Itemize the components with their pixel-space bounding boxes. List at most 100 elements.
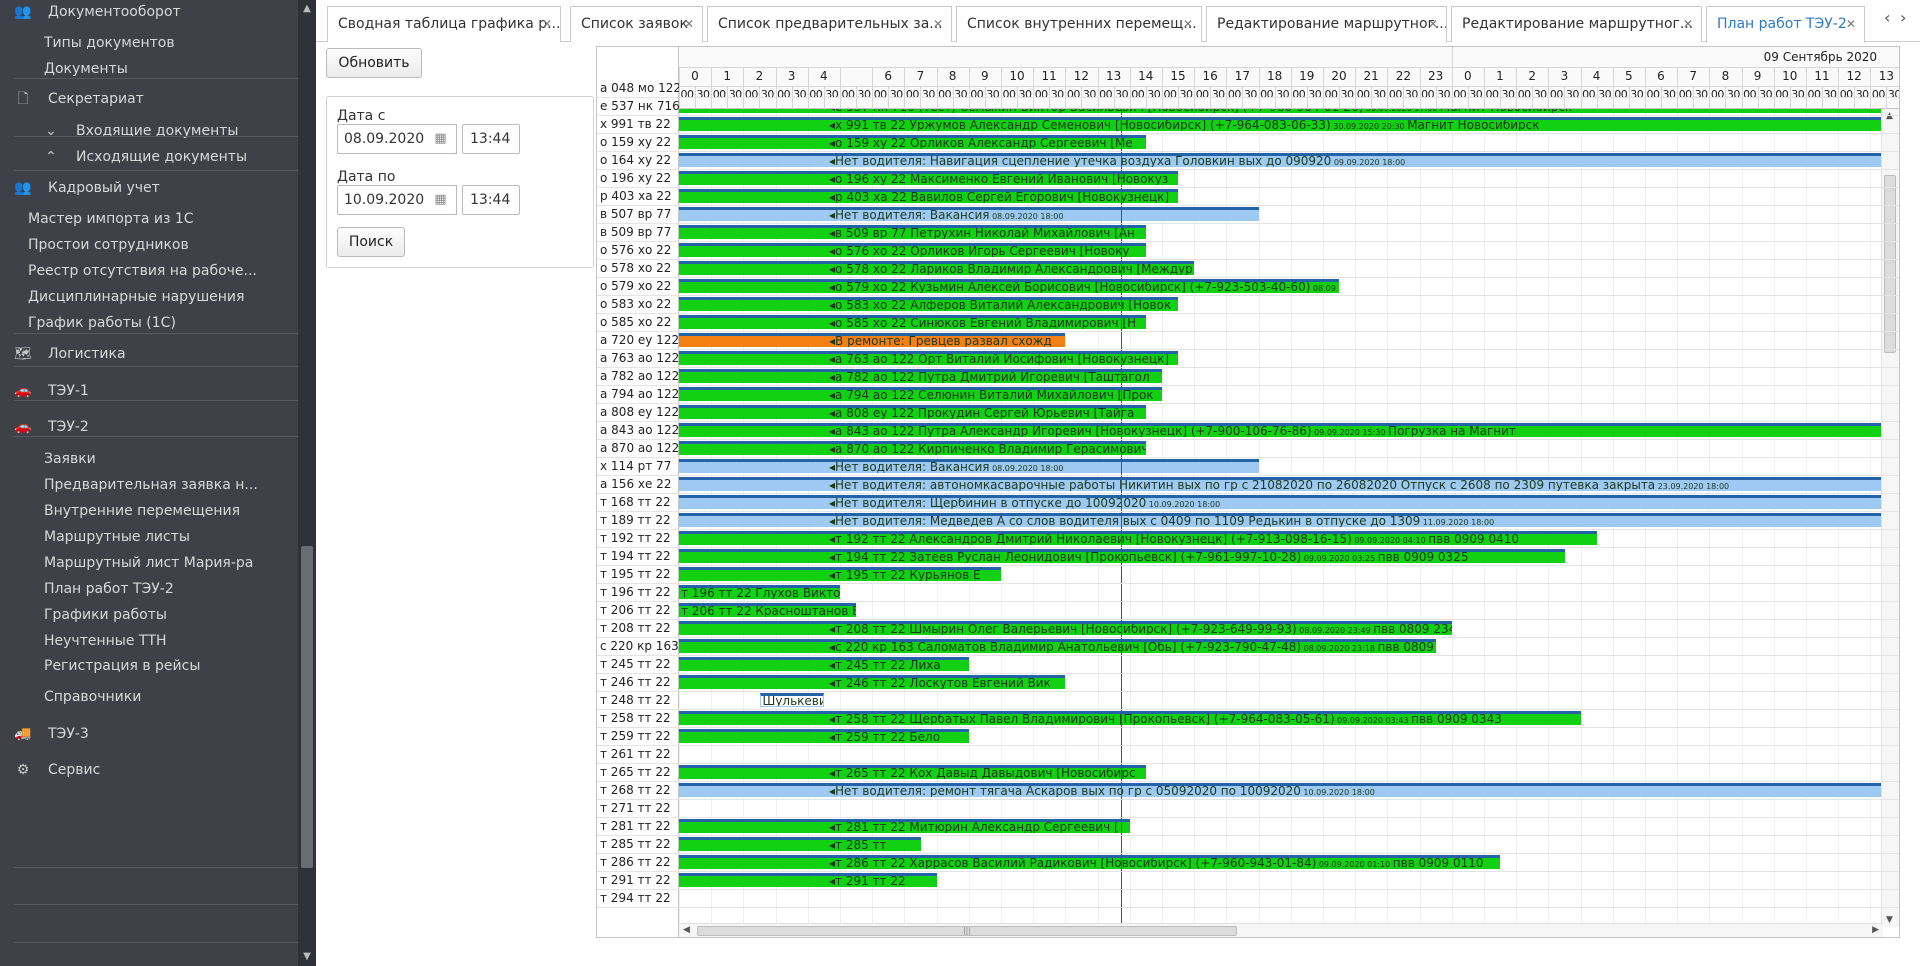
- tabs-scroll-right-icon[interactable]: ›: [1900, 8, 1906, 27]
- gantt-bar[interactable]: т 196 тт 22 Глухов Виктор: [679, 585, 840, 599]
- gantt-bar[interactable]: ◂о 196 ху 22 Максименко Евгений Иванович…: [679, 171, 1179, 185]
- time-from-input[interactable]: 13:44: [462, 124, 520, 154]
- sidebar-scroll-up-icon[interactable]: ▲: [300, 2, 314, 16]
- sidebar-item-17[interactable]: Внутренние перемещения: [44, 501, 316, 521]
- gantt-bar[interactable]: ◂х 991 тв 22 Уржумов Александр Семенович…: [679, 117, 1883, 131]
- sidebar-item-2[interactable]: Документы: [44, 59, 316, 79]
- close-icon[interactable]: ✕: [684, 7, 694, 41]
- close-icon[interactable]: ✕: [1846, 7, 1856, 41]
- gantt-bar[interactable]: ◂о 585 хо 22 Синюков Евгений Владимирови…: [679, 315, 1146, 329]
- sidebar-item-8[interactable]: Простои сотрудников: [28, 235, 316, 255]
- gantt-bar[interactable]: ◂о 159 ху 22 Орликов Александр Сергеевич…: [679, 135, 1146, 149]
- sidebar-scrollbar-thumb[interactable]: [301, 546, 313, 868]
- time-to-input[interactable]: 13:44: [462, 185, 520, 215]
- sidebar-item-5[interactable]: ⌃ Исходящие документы: [44, 147, 316, 167]
- scroll-down-icon[interactable]: ▼: [1886, 915, 1893, 925]
- gantt-bar[interactable]: ◂Нет водителя: Вакансия 08.09.2020 18:00: [679, 207, 1259, 221]
- gantt-bar[interactable]: ◂т 208 тт 22 Шмырин Олег Валерьевич [Нов…: [679, 621, 1452, 635]
- gantt-bar[interactable]: ◂т 192 тт 22 Александров Дмитрий Николае…: [679, 531, 1597, 545]
- calendar-icon[interactable]: ▦: [425, 185, 457, 215]
- search-button[interactable]: Поиск: [337, 227, 405, 257]
- sidebar-item-14[interactable]: 🚗 ТЭУ-2: [12, 417, 310, 437]
- gantt-vertical-scrollbar[interactable]: ▲ ▼: [1881, 109, 1899, 927]
- sidebar-item-11[interactable]: График работы (1С): [28, 313, 316, 333]
- gantt-bar[interactable]: ◂В ремонте: Гревцев развал схожд: [679, 333, 1066, 347]
- gantt-vertical-scrollbar-thumb[interactable]: [1884, 175, 1896, 353]
- gantt-bar[interactable]: ◂Нет водителя: ремонт тягача Аскаров вых…: [679, 783, 1883, 797]
- gantt-bar[interactable]: ◂а 782 ао 122 Путра Дмитрий Игоревич [Та…: [679, 369, 1162, 383]
- sidebar-item-18[interactable]: Маршрутные листы: [44, 527, 316, 547]
- timeline-body[interactable]: ◂а 048 мо 122 Бурков Константин Петрович…: [679, 109, 1883, 927]
- sidebar-item-12[interactable]: 🗺 Логистика: [12, 344, 310, 364]
- tab-3[interactable]: Список внутренних перемещ... ✕: [956, 6, 1202, 42]
- gantt-bar[interactable]: ◂т 285 тт: [679, 837, 921, 851]
- gantt-bar[interactable]: ◂т 195 тт 22 Курьянов Е: [679, 567, 1001, 581]
- sidebar-item-9[interactable]: Реестр отсутствия на рабоче...: [28, 261, 316, 281]
- gantt-bar[interactable]: ◂т 291 тт 22: [679, 873, 937, 887]
- tab-2[interactable]: Список предварительных за... ✕: [707, 6, 952, 42]
- gantt-bar[interactable]: ◂о 578 хо 22 Лариков Владимир Александро…: [679, 261, 1195, 275]
- scroll-up-icon[interactable]: ▲: [1886, 111, 1893, 121]
- gantt-bar[interactable]: ◂т 246 тт 22 Лоскутов Евгений Вик: [679, 675, 1066, 689]
- gantt-bar[interactable]: ◂с 220 кр 163 Саломатов Владимир Анатоль…: [679, 639, 1436, 653]
- refresh-button[interactable]: Обновить: [326, 48, 422, 78]
- close-icon[interactable]: ✕: [933, 7, 943, 41]
- gantt-bar[interactable]: Шулькевич: [759, 693, 824, 707]
- sidebar-item-10[interactable]: Дисциплинарные нарушения: [28, 287, 316, 307]
- sidebar-item-19[interactable]: Маршрутный лист Мария-ра: [44, 553, 316, 573]
- gantt-bar[interactable]: ◂а 763 ао 122 Орт Виталий Иосифович [Нов…: [679, 351, 1179, 365]
- gantt-bar[interactable]: ◂т 265 тт 22 Кох Давыд Давыдович [Новоси…: [679, 765, 1146, 779]
- sidebar-item-7[interactable]: Мастер импорта из 1С: [28, 209, 316, 229]
- scroll-left-icon[interactable]: ◀: [683, 925, 690, 935]
- gantt-bar[interactable]: ◂т 259 тт 22 Бело: [679, 729, 969, 743]
- gantt-bar[interactable]: ◂о 576 хо 22 Орликов Игорь Сергеевич [Но…: [679, 243, 1146, 257]
- close-icon[interactable]: ✕: [1183, 7, 1193, 41]
- sidebar-item-20[interactable]: План работ ТЭУ-2: [44, 579, 316, 599]
- sidebar-item-6[interactable]: 👥 Кадровый учет: [12, 178, 310, 198]
- gantt-bar[interactable]: ◂р 403 ха 22 Вавилов Сергей Егорович [Но…: [679, 189, 1179, 203]
- sidebar-item-16[interactable]: Предварительная заявка н...: [44, 475, 316, 495]
- gantt-bar[interactable]: ◂т 258 тт 22 Щербатых Павел Владимирович…: [679, 711, 1581, 725]
- sidebar-item-22[interactable]: Неучтенные ТТН: [44, 631, 316, 651]
- sidebar-item-25[interactable]: 🚚 ТЭУ-3: [12, 724, 310, 744]
- tab-6[interactable]: План работ ТЭУ-2 ✕: [1706, 6, 1865, 43]
- sidebar-item-23[interactable]: Регистрация в рейсы: [44, 656, 316, 676]
- gantt-bar[interactable]: ◂в 509 вр 77 Петрухин Николай Михайлович…: [679, 225, 1146, 239]
- close-icon[interactable]: ✕: [1428, 7, 1438, 41]
- sidebar-item-3[interactable]: 🗋 Секретариат: [12, 89, 310, 109]
- sidebar-scroll-down-icon[interactable]: ▼: [300, 950, 314, 964]
- gantt-bar[interactable]: ◂т 281 тт 22 Митюрин Александр Сергеевич…: [679, 819, 1130, 833]
- sidebar-item-21[interactable]: Графики работы: [44, 605, 316, 625]
- gantt-bar[interactable]: ◂Нет водителя: Навигация сцепление утечк…: [679, 153, 1883, 167]
- gantt-bar[interactable]: ◂а 808 еу 122 Прокудин Сергей Юрьевич [Т…: [679, 405, 1146, 419]
- sidebar-item-1[interactable]: Типы документов: [44, 33, 316, 53]
- gantt-bar[interactable]: т 206 тт 22 Красноштанов Евг: [679, 603, 857, 617]
- sidebar-item-0[interactable]: 👥 Документооборот: [12, 2, 310, 22]
- sidebar-item-15[interactable]: Заявки: [44, 449, 316, 469]
- sidebar-item-13[interactable]: 🚗 ТЭУ-1: [12, 381, 310, 401]
- sidebar-item-26[interactable]: ⚙ Сервис: [12, 760, 310, 780]
- tab-1[interactable]: Список заявок ✕: [570, 6, 703, 42]
- tab-0[interactable]: Сводная таблица графика р... ✕: [327, 6, 561, 42]
- gantt-horizontal-scrollbar[interactable]: ◀ ||| ▶: [679, 923, 1883, 937]
- gantt-bar[interactable]: ◂Нет водителя: Медведев А со слов водите…: [679, 513, 1883, 527]
- tab-5[interactable]: Редактирование маршрутног... ✕: [1451, 6, 1702, 42]
- gantt-bar[interactable]: ◂т 245 тт 22 Лиха: [679, 657, 969, 671]
- gantt-horizontal-scrollbar-thumb[interactable]: |||: [697, 926, 1237, 936]
- sidebar-item-24[interactable]: Справочники: [44, 687, 316, 707]
- calendar-icon[interactable]: ▦: [425, 124, 457, 154]
- gantt-bar[interactable]: ◂а 843 ао 122 Путра Александр Игоревич […: [679, 423, 1883, 437]
- gantt-bar[interactable]: ◂о 579 хо 22 Кузьмин Алексей Борисович […: [679, 279, 1340, 293]
- tab-4[interactable]: Редактирование маршрутног... ✕: [1206, 6, 1447, 42]
- close-icon[interactable]: ✕: [1683, 7, 1693, 41]
- gantt-bar[interactable]: ◂а 794 ао 122 Селюнин Виталий Михайлович…: [679, 387, 1162, 401]
- close-icon[interactable]: ✕: [542, 7, 552, 41]
- gantt-bar[interactable]: ◂Нет водителя: автономкасварочные работы…: [679, 477, 1883, 491]
- gantt-bar[interactable]: ◂а 870 ао 122 Кирпиченко Владимир Гераси…: [679, 441, 1146, 455]
- gantt-bar[interactable]: ◂т 286 тт 22 Харрасов Василий Радикович …: [679, 855, 1501, 869]
- gantt-bar[interactable]: ◂Нет водителя: Щербинин в отпуске до 100…: [679, 495, 1883, 509]
- gantt-bar[interactable]: ◂Нет водителя: Вакансия 08.09.2020 18:00: [679, 459, 1259, 473]
- sidebar-item-4[interactable]: ⌄ Входящие документы: [44, 121, 316, 141]
- gantt-bar[interactable]: ◂е 537 нк 716 (тест) Семыкин Виктор Васи…: [679, 109, 1883, 113]
- gantt-bar[interactable]: ◂о 583 хо 22 Алферов Виталий Александров…: [679, 297, 1179, 311]
